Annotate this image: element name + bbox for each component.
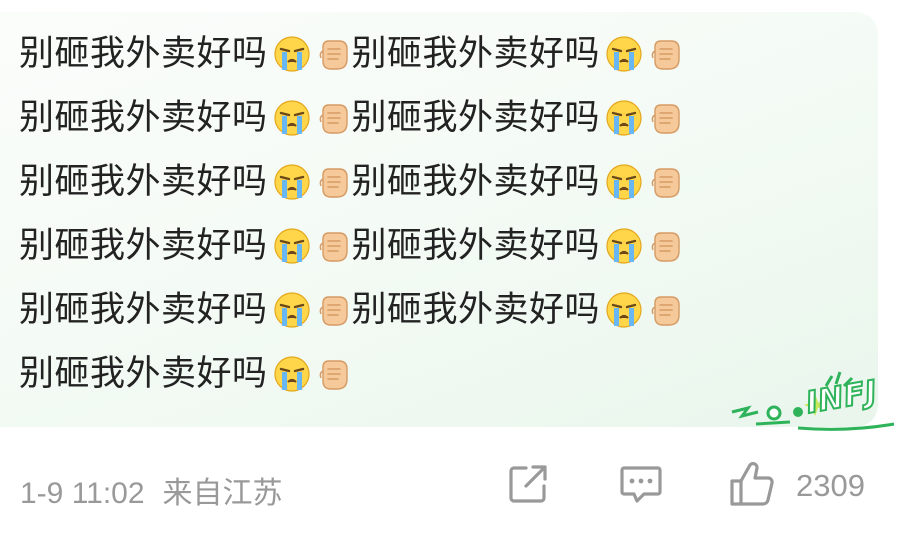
comment-source: 来自江苏 xyxy=(162,477,283,510)
text-line: 别砸我外卖好吗 别砸我外卖好吗 xyxy=(19,214,684,278)
text-segment: 别砸我外卖好吗 xyxy=(351,290,601,330)
text-segment: 别砸我外卖好吗 xyxy=(351,162,601,202)
raised-fist-emoji-icon xyxy=(316,99,352,137)
comment-footer: 1-9 11:02 来自江苏 2309 xyxy=(0,454,912,514)
raised-fist-emoji-icon xyxy=(316,355,352,393)
text-line: 别砸我外卖好吗 别砸我外卖好吗 xyxy=(19,22,684,86)
raised-fist-emoji-icon xyxy=(648,99,684,137)
text-line: 别砸我外卖好吗 别砸我外卖好吗 xyxy=(19,150,684,214)
text-segment: 别砸我外卖好吗 xyxy=(19,354,268,394)
text-segment: 别砸我外卖好吗 xyxy=(19,98,268,138)
text-line: 别砸我外卖好吗 别砸我外卖好吗 xyxy=(19,86,684,150)
comment-meta: 1-9 11:02 来自江苏 xyxy=(20,468,283,512)
text-segment: 别砸我外卖好吗 xyxy=(19,162,268,202)
text-segment: 别砸我外卖好吗 xyxy=(351,226,601,266)
like-button[interactable] xyxy=(728,460,776,508)
text-segment: 别砸我外卖好吗 xyxy=(351,98,601,138)
raised-fist-emoji-icon xyxy=(316,163,352,201)
crying-face-emoji-icon xyxy=(604,162,644,202)
text-segment: 别砸我外卖好吗 xyxy=(19,34,268,74)
thumbs-up-icon xyxy=(730,462,774,506)
raised-fist-emoji-icon xyxy=(648,35,684,73)
text-segment: 别砸我外卖好吗 xyxy=(19,226,268,266)
crying-face-emoji-icon xyxy=(272,354,312,394)
raised-fist-emoji-icon xyxy=(648,227,684,265)
raised-fist-emoji-icon xyxy=(648,291,684,329)
crying-face-emoji-icon xyxy=(272,162,312,202)
raised-fist-emoji-icon xyxy=(648,163,684,201)
raised-fist-emoji-icon xyxy=(316,291,352,329)
share-button[interactable] xyxy=(504,460,552,508)
comment-icon xyxy=(620,466,662,503)
comment-text: 别砸我外卖好吗 别砸我外卖好吗 别砸我外卖好吗 别砸我外卖好吗 别砸我外卖好吗 … xyxy=(19,22,684,406)
crying-face-emoji-icon xyxy=(272,226,312,266)
crying-face-emoji-icon xyxy=(604,34,644,74)
raised-fist-emoji-icon xyxy=(316,35,352,73)
text-segment: 别砸我外卖好吗 xyxy=(19,290,268,330)
text-segment: 别砸我外卖好吗 xyxy=(351,34,601,74)
share-icon xyxy=(509,465,547,503)
crying-face-emoji-icon xyxy=(604,98,644,138)
crying-face-emoji-icon xyxy=(272,290,312,330)
text-line: 别砸我外卖好吗 xyxy=(19,342,684,406)
like-count: 2309 xyxy=(796,468,865,503)
crying-face-emoji-icon xyxy=(272,34,312,74)
comment-date: 1-9 11:02 xyxy=(20,477,145,510)
text-line: 别砸我外卖好吗 别砸我外卖好吗 xyxy=(19,278,684,342)
crying-face-emoji-icon xyxy=(604,226,644,266)
crying-face-emoji-icon xyxy=(604,290,644,330)
raised-fist-emoji-icon xyxy=(316,227,352,265)
crying-face-emoji-icon xyxy=(272,98,312,138)
infj-badge: INFJ xyxy=(728,368,898,438)
comment-button[interactable] xyxy=(617,460,665,508)
